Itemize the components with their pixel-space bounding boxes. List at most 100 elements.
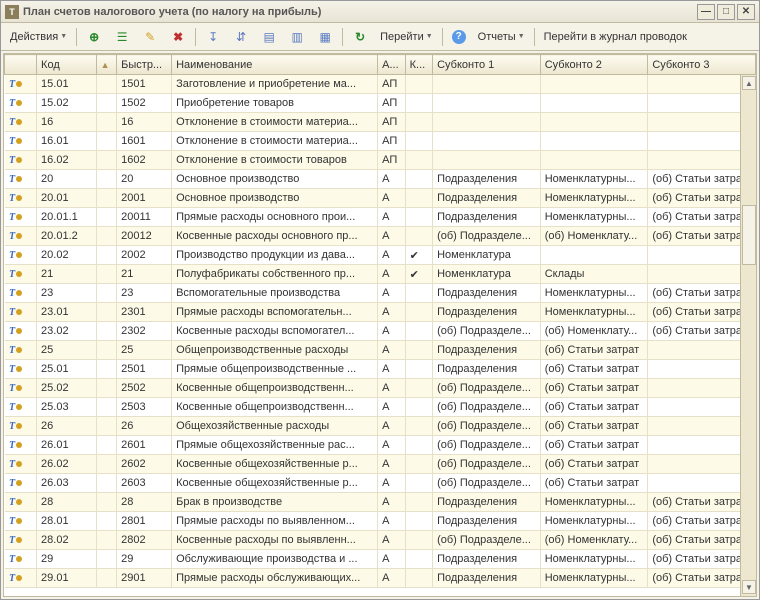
edit-button[interactable]: ✎ (137, 26, 163, 48)
table-row[interactable]: T29.012901Прямые расходы обслуживающих..… (5, 569, 756, 588)
col-code[interactable]: Код (37, 55, 97, 75)
table-row[interactable]: T15.021502Приобретение товаровАП (5, 94, 756, 113)
table-row[interactable]: T25.022502Косвенные общепроизводственн..… (5, 379, 756, 398)
journal-button[interactable]: Перейти в журнал проводок (539, 26, 692, 48)
table-row[interactable]: T28.022802Косвенные расходы по выявленн.… (5, 531, 756, 550)
minimize-button[interactable]: — (697, 4, 715, 20)
k-cell (405, 208, 432, 227)
filter3-button[interactable]: ▦ (312, 26, 338, 48)
table-row[interactable]: T2525Общепроизводственные расходыАПодраз… (5, 341, 756, 360)
table-row[interactable]: T2828Брак в производствеАПодразделенияНо… (5, 493, 756, 512)
table-row[interactable]: T26.012601Прямые общехозяйственные рас..… (5, 436, 756, 455)
k-cell (405, 94, 432, 113)
account-icon: T (9, 478, 15, 489)
row-icon-cell: T (5, 170, 37, 189)
reports-menu[interactable]: Отчеты▼ (473, 26, 530, 48)
close-button[interactable]: ✕ (737, 4, 755, 20)
table-row[interactable]: T2929Обслуживающие производства и ...АПо… (5, 550, 756, 569)
k-cell (405, 113, 432, 132)
status-dot (16, 233, 22, 239)
table-row[interactable]: T20.012001Основное производствоАПодразде… (5, 189, 756, 208)
table-row[interactable]: T23.022302Косвенные расходы вспомогател.… (5, 322, 756, 341)
scroll-thumb[interactable] (742, 205, 756, 265)
col-fast[interactable]: Быстр... (117, 55, 172, 75)
table-row[interactable]: T28.012801Прямые расходы по выявленном..… (5, 512, 756, 531)
move-icon: ↧ (205, 29, 221, 45)
status-dot (16, 214, 22, 220)
sort-cell (96, 436, 117, 455)
k-cell (405, 341, 432, 360)
table-row[interactable]: T20.01.220012Косвенные расходы основного… (5, 227, 756, 246)
row-icon-cell: T (5, 531, 37, 550)
table-row[interactable]: T16.021602Отклонение в стоимости товаров… (5, 151, 756, 170)
code-cell: 16.02 (37, 151, 97, 170)
col-icon[interactable] (5, 55, 37, 75)
sub2-cell: Номенклатурны... (540, 569, 648, 588)
filter1-button[interactable]: ▤ (256, 26, 282, 48)
toolbar: Действия▼ ⊕ ☰ ✎ ✖ ↧ ⇵ ▤ ▥ ▦ ↻ Перейти▼ ?… (1, 23, 759, 51)
vertical-scrollbar[interactable]: ▲ ▼ (740, 75, 756, 596)
add-list-button[interactable]: ☰ (109, 26, 135, 48)
delete-icon: ✖ (170, 29, 186, 45)
table-row[interactable]: T2020Основное производствоАПодразделения… (5, 170, 756, 189)
scroll-down-button[interactable]: ▼ (742, 580, 756, 594)
account-icon: T (9, 307, 15, 318)
row-icon-cell: T (5, 151, 37, 170)
row-icon-cell: T (5, 284, 37, 303)
status-dot (16, 480, 22, 486)
table-row[interactable]: T20.022002Производство продукции из дава… (5, 246, 756, 265)
table-row[interactable]: T26.022602Косвенные общехозяйственные р.… (5, 455, 756, 474)
row-icon-cell: T (5, 398, 37, 417)
k-cell (405, 151, 432, 170)
add-icon: ⊕ (86, 29, 102, 45)
fast-cell: 2302 (117, 322, 172, 341)
account-icon: T (9, 497, 15, 508)
grid-container: Код ▲ Быстр... Наименование А... К... Су… (3, 53, 757, 597)
fast-cell: 29 (117, 550, 172, 569)
col-sub1[interactable]: Субконто 1 (433, 55, 541, 75)
table-row[interactable]: T2626Общехозяйственные расходыА(об) Подр… (5, 417, 756, 436)
add-button[interactable]: ⊕ (81, 26, 107, 48)
code-cell: 23 (37, 284, 97, 303)
window-title: План счетов налогового учета (по налогу … (23, 6, 697, 18)
filter2-button[interactable]: ▥ (284, 26, 310, 48)
account-icon: T (9, 516, 15, 527)
actions-menu[interactable]: Действия▼ (5, 26, 72, 48)
col-k[interactable]: К... (405, 55, 432, 75)
table-row[interactable]: T15.011501Заготовление и приобретение ма… (5, 75, 756, 94)
table-row[interactable]: T2121Полуфабрикаты собственного пр...А✔Н… (5, 265, 756, 284)
table-row[interactable]: T26.032603Косвенные общехозяйственные р.… (5, 474, 756, 493)
account-icon: T (9, 117, 15, 128)
code-cell: 28.01 (37, 512, 97, 531)
sub2-cell: Номенклатурны... (540, 170, 648, 189)
sort-cell (96, 455, 117, 474)
name-cell: Полуфабрикаты собственного пр... (172, 265, 378, 284)
move-button[interactable]: ↧ (200, 26, 226, 48)
account-icon: T (9, 326, 15, 337)
help-button[interactable]: ? (447, 26, 471, 48)
col-sub2[interactable]: Субконто 2 (540, 55, 648, 75)
table-row[interactable]: T25.012501Прямые общепроизводственные ..… (5, 360, 756, 379)
scroll-up-button[interactable]: ▲ (742, 76, 756, 90)
fast-cell: 1601 (117, 132, 172, 151)
maximize-button[interactable]: □ (717, 4, 735, 20)
col-name[interactable]: Наименование (172, 55, 378, 75)
col-sub3[interactable]: Субконто 3 (648, 55, 756, 75)
table-row[interactable]: T16.011601Отклонение в стоимости материа… (5, 132, 756, 151)
a-cell: А (378, 550, 405, 569)
col-a[interactable]: А... (378, 55, 405, 75)
goto-menu[interactable]: Перейти▼ (375, 26, 438, 48)
fast-cell: 2503 (117, 398, 172, 417)
a-cell: А (378, 436, 405, 455)
col-sort[interactable]: ▲ (96, 55, 117, 75)
delete-button[interactable]: ✖ (165, 26, 191, 48)
hier-button[interactable]: ⇵ (228, 26, 254, 48)
table-row[interactable]: T1616Отклонение в стоимости материа...АП (5, 113, 756, 132)
table-row[interactable]: T20.01.120011Прямые расходы основного пр… (5, 208, 756, 227)
table-row[interactable]: T25.032503Косвенные общепроизводственн..… (5, 398, 756, 417)
table-row[interactable]: T23.012301Прямые расходы вспомогательн..… (5, 303, 756, 322)
help-icon: ? (452, 30, 466, 44)
table-row[interactable]: T2323Вспомогательные производстваАПодраз… (5, 284, 756, 303)
refresh-button[interactable]: ↻ (347, 26, 373, 48)
row-icon-cell: T (5, 246, 37, 265)
